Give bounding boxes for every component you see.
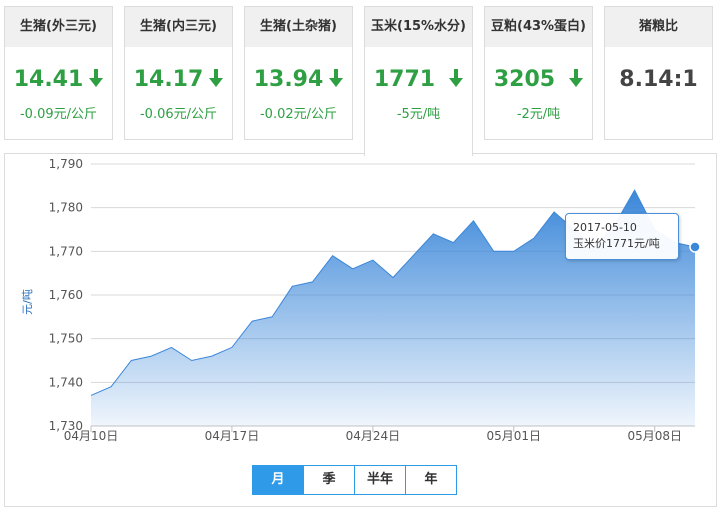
card-price: 3205 [485,67,592,93]
data-point[interactable] [471,218,477,224]
data-point[interactable] [169,344,175,350]
y-tick-label: 1,790 [49,157,83,171]
data-point[interactable] [88,392,94,398]
data-point[interactable] [189,358,195,364]
data-point[interactable] [551,209,557,215]
data-point[interactable] [148,353,154,359]
arrow-down-icon [329,69,344,87]
range-selector: 月 季 半年 年 [252,465,457,495]
card-change: -0.09元/公斤 [19,107,98,122]
card-pig-waisanyuan[interactable]: 生猪(外三元) 14.41 -0.09元/公斤 [4,6,113,140]
data-point[interactable] [491,248,497,254]
data-point[interactable] [410,253,416,259]
card-price: 14.17 [125,67,232,93]
x-tick-label: 04月17日 [205,429,260,443]
y-tick-label: 1,740 [49,375,83,389]
data-point[interactable] [450,240,456,246]
data-point[interactable] [108,384,114,390]
data-point[interactable] [350,266,356,272]
data-point[interactable] [249,318,255,324]
range-month-button[interactable]: 月 [253,466,303,494]
corn-price-chart: 1,7301,7401,7501,7601,7701,7801,79004月10… [21,157,701,443]
price-cards: 生猪(外三元) 14.41 -0.09元/公斤 生猪(内三元) 14.17 -0… [0,0,721,156]
data-point[interactable] [370,257,376,263]
card-title: 生猪(外三元) [5,7,112,47]
y-tick-label: 1,750 [49,332,83,346]
y-axis-label: 元/吨 [21,289,34,315]
arrow-down-icon [449,69,464,87]
data-point[interactable] [632,187,638,193]
range-halfyear-button[interactable]: 半年 [354,466,405,494]
arrow-down-icon [209,69,224,87]
card-change: -2元/吨 [516,107,561,122]
data-point[interactable] [229,344,235,350]
y-tick-label: 1,760 [49,288,83,302]
card-hog-grain-ratio[interactable]: 猪粮比 8.14:1 [604,6,713,140]
card-price: 1771 [365,67,472,93]
tooltip-date: 2017-05-10 [573,221,637,234]
x-tick-label: 05月08日 [627,429,682,443]
arrow-down-icon [89,69,104,87]
card-title: 生猪(土杂猪) [245,7,352,47]
data-point[interactable] [330,253,336,259]
card-title: 豆粕(43%蛋白) [485,7,592,47]
card-change: -0.06元/公斤 [139,107,218,122]
range-year-button[interactable]: 年 [405,466,456,494]
card-change: -5元/吨 [396,107,441,122]
card-price: 8.14:1 [619,67,698,92]
card-corn[interactable]: 玉米(15%水分) 1771 -5元/吨 [364,6,473,156]
data-point[interactable] [269,314,275,320]
data-point[interactable] [209,353,215,359]
highlighted-data-point[interactable] [689,241,701,253]
card-soybean-meal[interactable]: 豆粕(43%蛋白) 3205 -2元/吨 [484,6,593,140]
data-point[interactable] [430,231,436,237]
card-price: 13.94 [245,67,352,93]
card-title: 生猪(内三元) [125,7,232,47]
card-pig-neisanyuan[interactable]: 生猪(内三元) 14.17 -0.06元/公斤 [124,6,233,140]
chart-tooltip: 2017-05-10 玉米价1771元/吨 [565,213,679,260]
data-point[interactable] [531,235,537,241]
data-point[interactable] [390,275,396,281]
card-change: -0.02元/公斤 [259,107,338,122]
data-point[interactable] [511,248,517,254]
arrow-down-icon [569,69,584,87]
x-tick-label: 04月24日 [346,429,401,443]
data-point[interactable] [309,279,315,285]
x-tick-label: 05月01日 [487,429,542,443]
data-point[interactable] [289,283,295,289]
data-point[interactable] [128,358,134,364]
chart-panel: 1,730 1,740 1,750 1,760 1,770 1,780 1,790 04月10… [4,153,717,507]
card-pig-tuzazhu[interactable]: 生猪(土杂猪) 13.94 -0.02元/公斤 [244,6,353,140]
tooltip-value: 玉米价1771元/吨 [573,237,660,250]
x-tick-label: 04月10日 [64,429,119,443]
card-title: 玉米(15%水分) [365,7,472,47]
card-price: 14.41 [5,67,112,93]
range-quarter-button[interactable]: 季 [303,466,354,494]
y-tick-label: 1,780 [49,201,83,215]
y-tick-label: 1,770 [49,244,83,258]
card-title: 猪粮比 [605,7,712,47]
